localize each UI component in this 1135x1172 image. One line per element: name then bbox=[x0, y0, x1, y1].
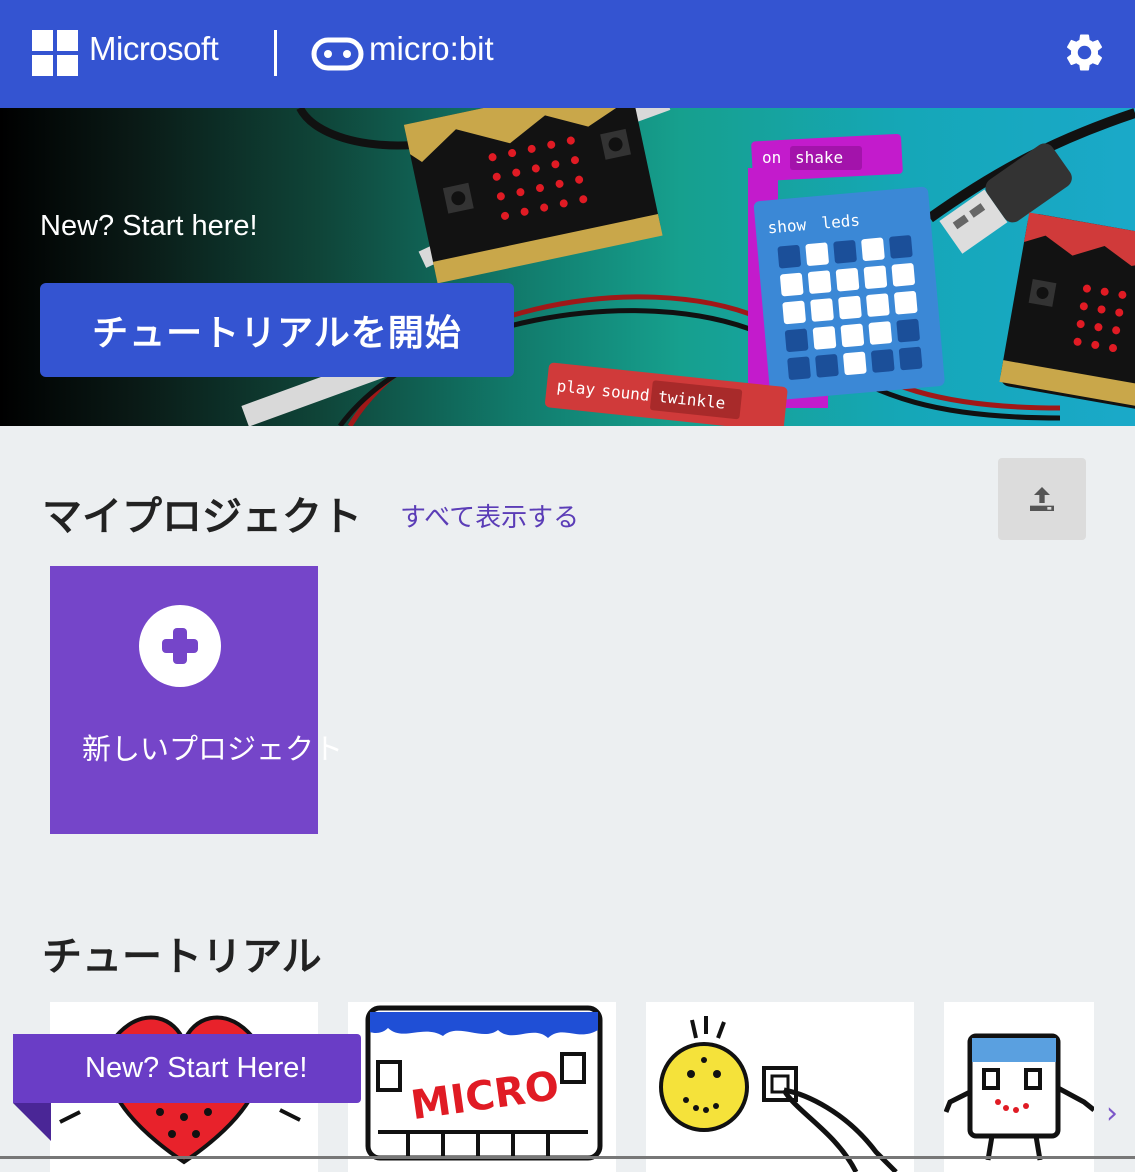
plus-circle-icon bbox=[139, 605, 221, 687]
smiley-button-illustration bbox=[659, 1016, 898, 1172]
robot-illustration bbox=[944, 1033, 1094, 1161]
import-button[interactable] bbox=[998, 458, 1086, 540]
new-project-card[interactable]: 新しいプロジェクト bbox=[50, 566, 343, 834]
ribbon-fold bbox=[13, 1103, 51, 1141]
block-shake-label: shake bbox=[795, 148, 843, 167]
carousel-next-arrow-icon[interactable]: › bbox=[1092, 1090, 1132, 1136]
header-divider bbox=[274, 30, 277, 76]
my-projects-title: マイプロジェクト bbox=[42, 494, 362, 540]
tutorial-card-name-tag[interactable]: MICRO bbox=[348, 1002, 616, 1172]
upload-icon bbox=[1030, 487, 1054, 511]
tutorials-title: チュートリアル bbox=[42, 934, 322, 980]
block-leds-label: leds bbox=[821, 210, 861, 232]
hero-banner: on shake show leds play sound twinkle Ne… bbox=[0, 108, 1135, 426]
block-play-label: play bbox=[556, 376, 597, 399]
microsoft-brand[interactable]: Microsoft bbox=[89, 30, 219, 68]
tutorial-card-robot[interactable] bbox=[944, 1002, 1094, 1172]
name-tag-illustration: MICRO bbox=[365, 1005, 603, 1161]
block-on-label: on bbox=[762, 148, 781, 167]
hero-illustration: on shake show leds play sound twinkle bbox=[241, 108, 1135, 426]
new-start-here-ribbon[interactable]: New? Start Here! bbox=[13, 1034, 361, 1103]
microbit-brand[interactable]: micro:bit bbox=[369, 30, 494, 68]
block-show-label: show bbox=[767, 215, 807, 237]
app-header: Microsoft micro:bit bbox=[0, 0, 1135, 108]
gear-icon[interactable] bbox=[1062, 30, 1107, 75]
new-project-label: 新しいプロジェクト bbox=[82, 732, 344, 766]
microsoft-logo-icon[interactable] bbox=[32, 30, 78, 76]
tutorial-card-smiley-buttons[interactable] bbox=[646, 1002, 914, 1172]
start-tutorial-button[interactable]: チュートリアルを開始 bbox=[40, 283, 514, 377]
see-all-link[interactable]: すべて表示する bbox=[400, 497, 579, 534]
microbit-logo-icon[interactable] bbox=[311, 37, 364, 71]
hero-tagline: New? Start here! bbox=[40, 210, 258, 242]
